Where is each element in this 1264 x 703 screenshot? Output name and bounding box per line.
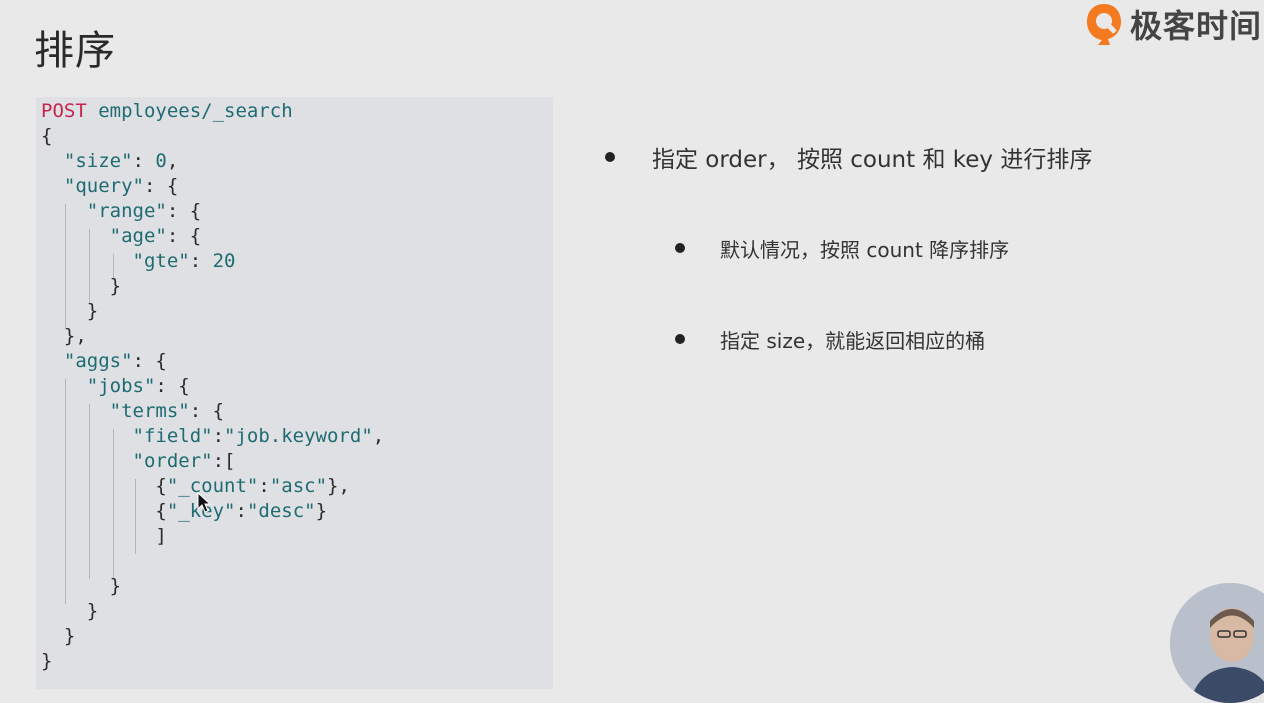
bullet-dot bbox=[675, 334, 685, 344]
code-line: "order":[ bbox=[132, 450, 236, 472]
bullet-item: 默认情况，按照 count 降序排序 bbox=[720, 238, 1010, 262]
code-line: {"_key":"desc"} bbox=[41, 500, 328, 522]
code-panel: POST employees/_search { "size": 0, "que… bbox=[36, 97, 553, 689]
presenter-video-avatar bbox=[1170, 583, 1264, 703]
bullet-dot bbox=[605, 152, 615, 162]
code-line: "terms": { bbox=[109, 400, 225, 422]
bullet-item: 指定 order， 按照 count 和 key 进行排序 bbox=[652, 147, 1093, 173]
code-line: } bbox=[41, 275, 122, 297]
code-line: "jobs": { bbox=[86, 375, 190, 397]
code-line: "age": { bbox=[109, 225, 202, 247]
code-line: "aggs": { bbox=[63, 350, 167, 372]
code-line: }, bbox=[41, 325, 87, 347]
code-line: } bbox=[41, 625, 76, 647]
slide-title: 排序 bbox=[34, 28, 116, 74]
code-line: } bbox=[41, 600, 99, 622]
brand-logo: 极客时间 bbox=[1084, 2, 1262, 46]
code-line: "field":"job.keyword", bbox=[132, 425, 385, 447]
bullet-dot bbox=[675, 243, 685, 253]
code-line: "query": { bbox=[63, 175, 179, 197]
code-line: "range": { bbox=[86, 200, 202, 222]
code-line: POST employees/_search bbox=[41, 99, 293, 124]
request-path: employees/_search bbox=[98, 100, 293, 122]
code-line: } bbox=[41, 650, 53, 672]
code-line: ] bbox=[41, 525, 167, 547]
code-line: { bbox=[41, 125, 53, 147]
brand-name: 极客时间 bbox=[1129, 7, 1262, 45]
code-line: } bbox=[41, 575, 122, 597]
presenter-silhouette-icon bbox=[1170, 583, 1264, 703]
code-line: "size": 0, bbox=[63, 150, 179, 172]
brand-logo-icon bbox=[1086, 4, 1121, 45]
http-method: POST bbox=[41, 100, 87, 122]
code-line: "gte": 20 bbox=[132, 250, 236, 272]
bullet-item: 指定 size，就能返回相应的桶 bbox=[720, 329, 986, 353]
mouse-cursor-icon bbox=[197, 492, 212, 513]
code-line: } bbox=[41, 300, 99, 322]
